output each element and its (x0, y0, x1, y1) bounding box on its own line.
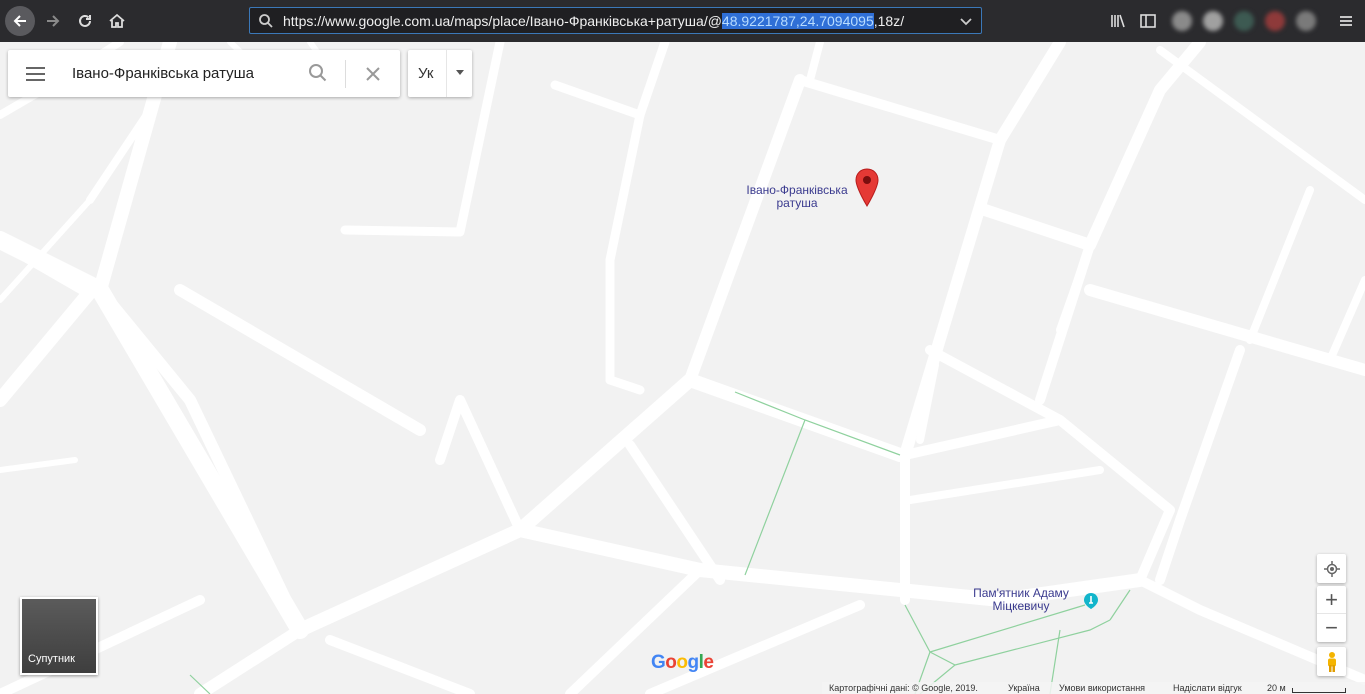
home-button[interactable] (102, 6, 132, 36)
extension-icon[interactable] (1172, 11, 1192, 31)
close-icon[interactable] (363, 64, 383, 84)
street-map (0, 42, 1365, 694)
pegman-icon (1327, 651, 1336, 672)
sidebar-icon (1140, 14, 1156, 28)
monument-icon[interactable] (1083, 592, 1099, 610)
search-icon (259, 14, 273, 28)
arrow-left-icon (13, 15, 26, 27)
extension-icon[interactable] (1265, 11, 1285, 31)
place-label[interactable]: Івано-Франківська ратуша (735, 184, 859, 210)
hamburger-icon (1340, 16, 1352, 26)
browser-toolbar: https://www.google.com.ua/maps/place/Іва… (0, 0, 1365, 42)
sidebar-button[interactable] (1133, 6, 1163, 36)
language-selector[interactable]: Ук (408, 50, 472, 97)
arrow-right-icon (47, 15, 60, 27)
country-link[interactable]: Україна (1008, 683, 1040, 693)
scale-bar (1292, 688, 1346, 693)
terms-link[interactable]: Умови використання (1059, 683, 1145, 693)
my-location-button[interactable] (1317, 554, 1346, 583)
divider (345, 60, 346, 88)
home-icon (109, 13, 125, 28)
google-logo: Google (651, 652, 714, 673)
reload-button[interactable] (70, 6, 100, 36)
extension-icon[interactable] (1296, 11, 1316, 31)
reload-icon (79, 14, 91, 27)
feedback-link[interactable]: Надіслати відгук (1173, 683, 1242, 693)
street-view-button[interactable] (1317, 647, 1346, 676)
hamburger-icon[interactable] (24, 64, 48, 84)
search-icon[interactable] (308, 63, 328, 83)
map-data-attribution: Картографічні дані: © Google, 2019. (829, 683, 978, 693)
scale-label[interactable]: 20 м (1267, 683, 1286, 693)
monument-label[interactable]: Пам'ятник Адаму Міцкевичу (960, 587, 1082, 613)
address-bar[interactable]: https://www.google.com.ua/maps/place/Іва… (249, 7, 982, 34)
forward-button[interactable] (38, 6, 68, 36)
search-input[interactable]: Івано-Франківська ратуша (72, 65, 254, 82)
zoom-controls: + − (1317, 586, 1346, 642)
satellite-toggle[interactable]: Супутник (20, 597, 98, 675)
satellite-label: Супутник (28, 653, 75, 665)
extension-icon[interactable] (1203, 11, 1223, 31)
search-box: Івано-Франківська ратуша (8, 50, 400, 97)
library-icon (1111, 14, 1125, 28)
language-label: Ук (418, 65, 434, 82)
map-footer: Картографічні дані: © Google, 2019. Укра… (822, 682, 1365, 694)
library-button[interactable] (1103, 6, 1133, 36)
menu-button[interactable] (1331, 6, 1361, 36)
location-icon (1323, 560, 1340, 577)
zoom-in-button[interactable]: + (1317, 586, 1346, 614)
chevron-down-icon[interactable] (959, 14, 973, 28)
back-button[interactable] (5, 6, 35, 36)
caret-down-icon[interactable] (456, 70, 464, 75)
map-canvas[interactable]: Івано-Франківська ратуша Пам'ятник Адаму… (0, 42, 1365, 694)
zoom-out-button[interactable]: − (1317, 614, 1346, 642)
divider (446, 50, 447, 97)
extension-icon[interactable] (1234, 11, 1254, 31)
url-text: https://www.google.com.ua/maps/place/Іва… (283, 13, 905, 29)
